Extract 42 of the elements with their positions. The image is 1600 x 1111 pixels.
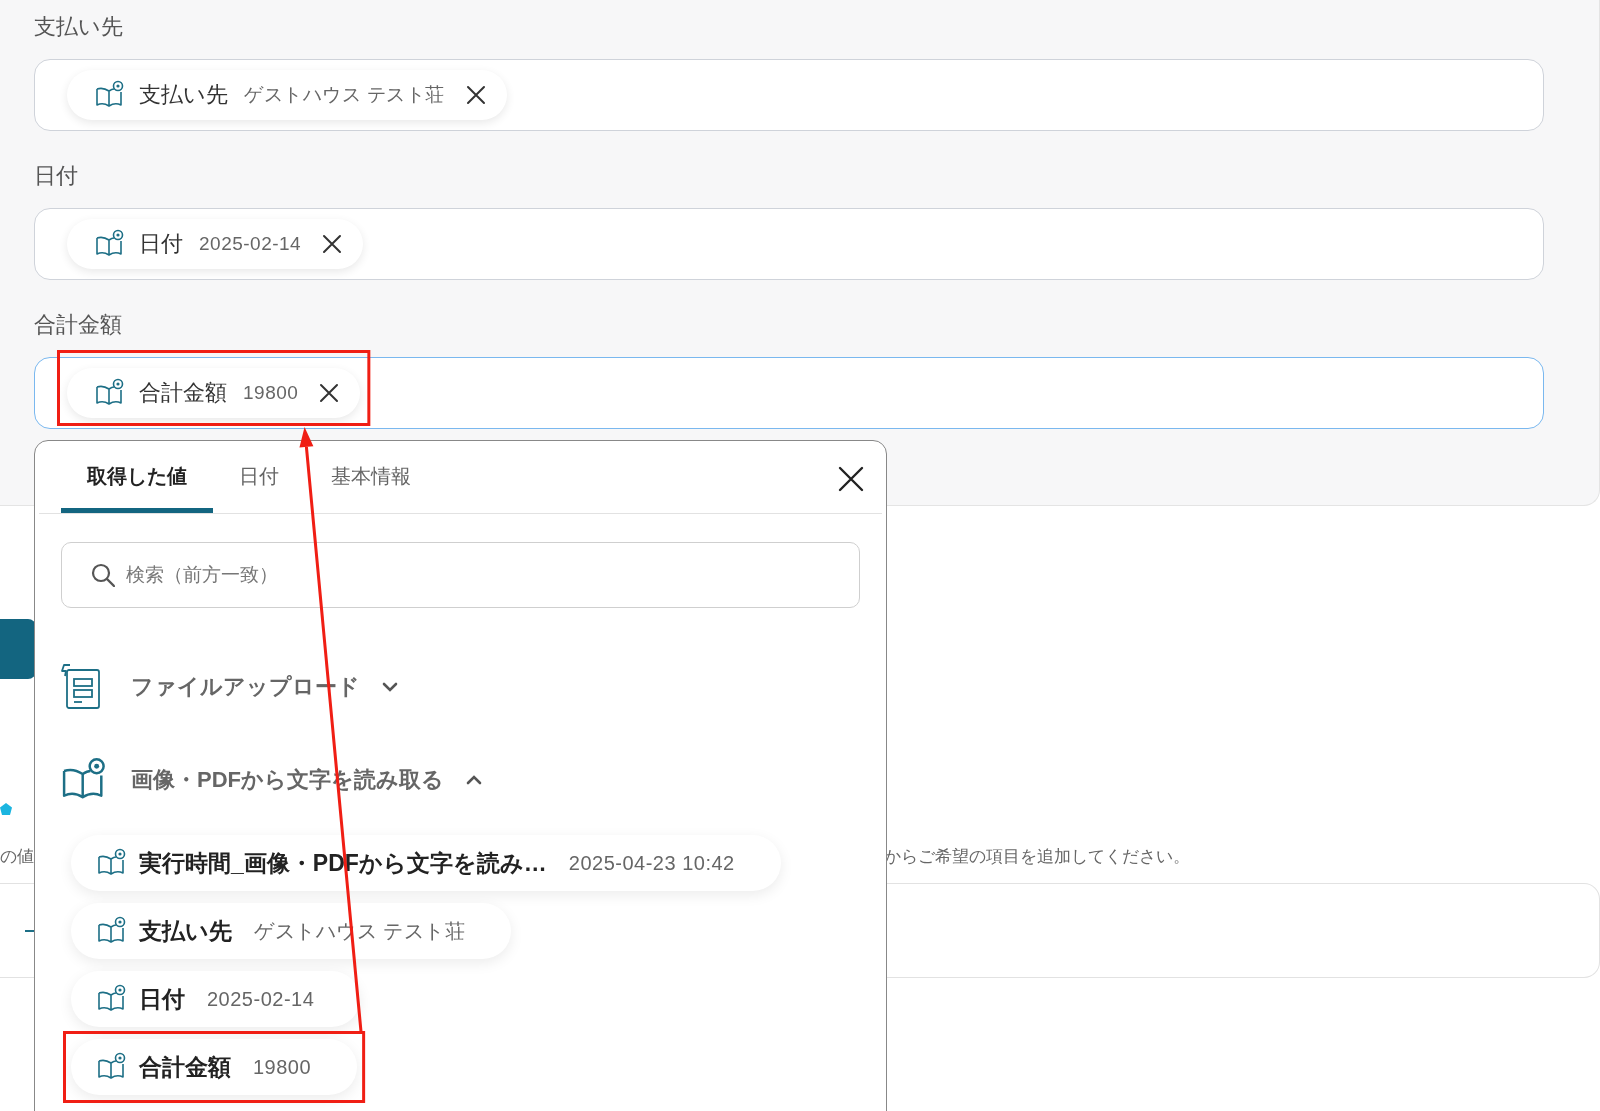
- close-icon[interactable]: [321, 233, 344, 255]
- field-label: 支払い先: [34, 13, 123, 41]
- chip-name: 合計金額: [139, 379, 227, 407]
- chip-name: 支払い先: [139, 81, 228, 109]
- search-field[interactable]: 検索（前方一致）: [61, 542, 860, 608]
- chip-value: 2025-02-14: [199, 233, 302, 255]
- value-chip[interactable]: 支払い先 ゲストハウス テスト荘: [67, 70, 507, 120]
- tab[interactable]: 基本情報: [305, 463, 437, 513]
- chip-value: ゲストハウス テスト荘: [244, 83, 445, 107]
- book-eye-icon: [97, 916, 127, 946]
- option-name: 支払い先: [139, 916, 232, 946]
- search-icon: [91, 563, 115, 587]
- tab[interactable]: 取得した値: [61, 463, 213, 513]
- option-value: 19800: [253, 1055, 312, 1079]
- close-icon[interactable]: [838, 466, 864, 492]
- book-eye-icon: [97, 1052, 127, 1082]
- option-value: 2025-02-14: [207, 987, 315, 1011]
- value-chip[interactable]: 日付 2025-02-14: [67, 219, 364, 269]
- token-field[interactable]: 日付 2025-02-14: [34, 208, 1544, 280]
- token-field[interactable]: 合計金額 19800: [34, 357, 1544, 429]
- value-option[interactable]: 合計金額 19800: [71, 1039, 358, 1095]
- action-button[interactable]: [0, 619, 36, 679]
- book-eye-icon: [95, 80, 125, 110]
- option-value: 2025-04-23 10:42: [568, 851, 735, 875]
- chip-name: 日付: [139, 230, 183, 258]
- field-label: 日付: [34, 162, 78, 190]
- chip-value: 19800: [243, 382, 299, 404]
- book-eye-icon: [97, 848, 127, 878]
- field-label: 合計金額: [34, 311, 122, 339]
- option-name: 日付: [139, 984, 185, 1014]
- book-eye-icon: [97, 984, 127, 1014]
- book-eye-icon: [95, 229, 125, 259]
- token-field[interactable]: 支払い先 ゲストハウス テスト荘: [34, 59, 1544, 131]
- close-icon[interactable]: [318, 382, 341, 404]
- pentagon-icon: [0, 803, 12, 815]
- close-icon[interactable]: [464, 84, 487, 106]
- book-eye-icon: [95, 378, 125, 408]
- value-chip[interactable]: 合計金額 19800: [67, 368, 361, 418]
- hint-text: の値: [0, 845, 34, 868]
- tab[interactable]: 日付: [213, 463, 305, 513]
- plus-icon: [25, 929, 35, 932]
- option-name: 合計金額: [139, 1052, 231, 1082]
